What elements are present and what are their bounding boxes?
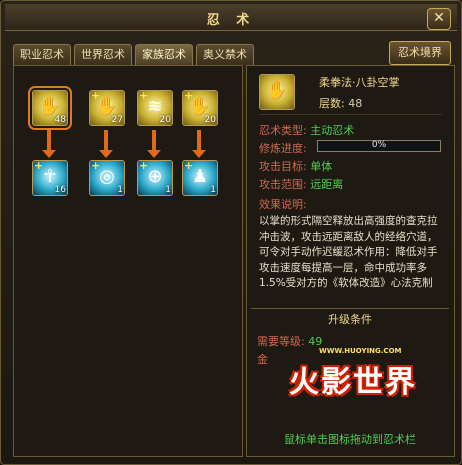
skill-name: 柔拳法·八卦空掌 — [319, 76, 400, 89]
layer-label: 层数: — [319, 97, 345, 110]
skill-slot-6[interactable]: + ◎ 1 — [89, 159, 125, 196]
skill-level: 16 — [54, 185, 66, 195]
range-row: 攻击范围: 远距离 — [259, 176, 343, 192]
skill-level: 27 — [111, 115, 123, 125]
tab-world-jutsu[interactable]: 世界忍术 — [74, 44, 132, 65]
type-row: 忍术类型: 主动忍术 — [259, 122, 354, 138]
arrow-line — [197, 130, 201, 150]
range-label: 攻击范围: — [259, 178, 307, 191]
arrow-down-icon — [99, 150, 113, 158]
arrow-line — [152, 130, 156, 150]
arrow-down-icon — [192, 150, 206, 158]
training-progress-bar: 0% — [317, 140, 441, 152]
jutsu-realm-button[interactable]: 忍术境界 — [389, 41, 451, 65]
skill-slot-4[interactable]: + ✋ 20 — [182, 89, 218, 126]
drag-hint: 鼠标单击图标拖动到忍术栏 — [284, 433, 416, 446]
progress-text: 0% — [371, 140, 387, 150]
game-logo: WWW.HUOYING.COM 火影世界 — [279, 347, 419, 409]
title-bar[interactable]: 忍 术 ✕ — [5, 4, 457, 31]
tab-class-jutsu[interactable]: 职业忍术 — [13, 44, 71, 65]
claw-strike-icon: ≋ — [147, 96, 163, 117]
logo-url: WWW.HUOYING.COM — [319, 347, 402, 355]
skill-description: 以掌的形式隔空释放出高强度的查克拉冲击波，攻击远距离敌人的经络穴道，可令对手动作… — [259, 215, 438, 289]
layer-value: 48 — [348, 97, 363, 110]
type-label: 忍术类型: — [259, 124, 307, 137]
divider — [259, 114, 442, 115]
range-value: 远距离 — [310, 178, 344, 191]
palm-icon: ✋ — [265, 80, 289, 101]
skill-tree-panel: ✋ 48 + ✋ 27 + ≋ 20 + ✋ 20 + ☥ 16 + ◎ 1 +… — [13, 65, 243, 457]
arrow-down-icon — [42, 150, 56, 158]
skill-slot-2[interactable]: + ✋ 27 — [89, 89, 125, 126]
progress-label: 修炼进度: — [259, 142, 307, 155]
skill-level: 1 — [117, 185, 123, 195]
selected-skill-icon[interactable]: ✋ — [259, 74, 295, 110]
upgrade-title: 升级条件 — [328, 313, 372, 326]
arrow-line — [104, 130, 108, 150]
window-title: 忍 术 — [206, 13, 256, 28]
skill-slot-5[interactable]: + ☥ 16 — [32, 159, 68, 196]
swirl-icon: ◎ — [99, 166, 115, 187]
type-value: 主动忍术 — [310, 124, 355, 137]
palm-icon: ✋ — [38, 96, 62, 117]
ninjutsu-window: 忍 术 ✕ 职业忍术 世界忍术 家族忍术 奥义禁术 忍术境界 ✋ 48 + ✋ … — [0, 0, 462, 465]
skill-level: 20 — [159, 115, 171, 125]
required-gold-label: 金 — [257, 353, 268, 366]
skill-level: 1 — [210, 185, 216, 195]
palm-strike-icon: ✋ — [95, 96, 119, 117]
tab-family-jutsu[interactable]: 家族忍术 — [135, 44, 193, 65]
target-icon: ⊕ — [147, 166, 163, 187]
skill-level: 1 — [165, 185, 171, 195]
open-hand-icon: ✋ — [188, 96, 212, 117]
logo-text: 火影世界 — [289, 365, 417, 400]
target-label: 攻击目标: — [259, 160, 307, 173]
description-label: 效果说明: — [259, 198, 307, 211]
upgrade-conditions: 升级条件 需要等级: 49 金 WWW.HUOYING.COM 火影世界 鼠标单… — [251, 308, 449, 452]
body-meridian-icon: ☥ — [43, 166, 57, 187]
arrow-line — [47, 130, 51, 150]
skill-slot-3[interactable]: + ≋ 20 — [137, 89, 173, 126]
skill-slot-7[interactable]: + ⊕ 1 — [137, 159, 173, 196]
arrow-down-icon — [147, 150, 161, 158]
skill-detail-panel: ✋ 柔拳法·八卦空掌 层数: 48 忍术类型: 主动忍术 修炼进度: 0% 攻击… — [246, 65, 455, 457]
skill-level: 48 — [54, 115, 66, 125]
target-value: 单体 — [310, 160, 333, 173]
skill-slot-1[interactable]: ✋ 48 — [28, 86, 72, 130]
figure-icon: ♟ — [191, 166, 209, 187]
tab-bar: 职业忍术 世界忍术 家族忍术 奥义禁术 — [13, 44, 254, 65]
close-button[interactable]: ✕ — [427, 8, 451, 30]
skill-level: 20 — [204, 115, 216, 125]
skill-layer: 层数: 48 — [319, 95, 362, 111]
tab-forbidden-jutsu[interactable]: 奥义禁术 — [196, 44, 254, 65]
target-row: 攻击目标: 单体 — [259, 158, 332, 174]
skill-slot-8[interactable]: + ♟ 1 — [182, 159, 218, 196]
